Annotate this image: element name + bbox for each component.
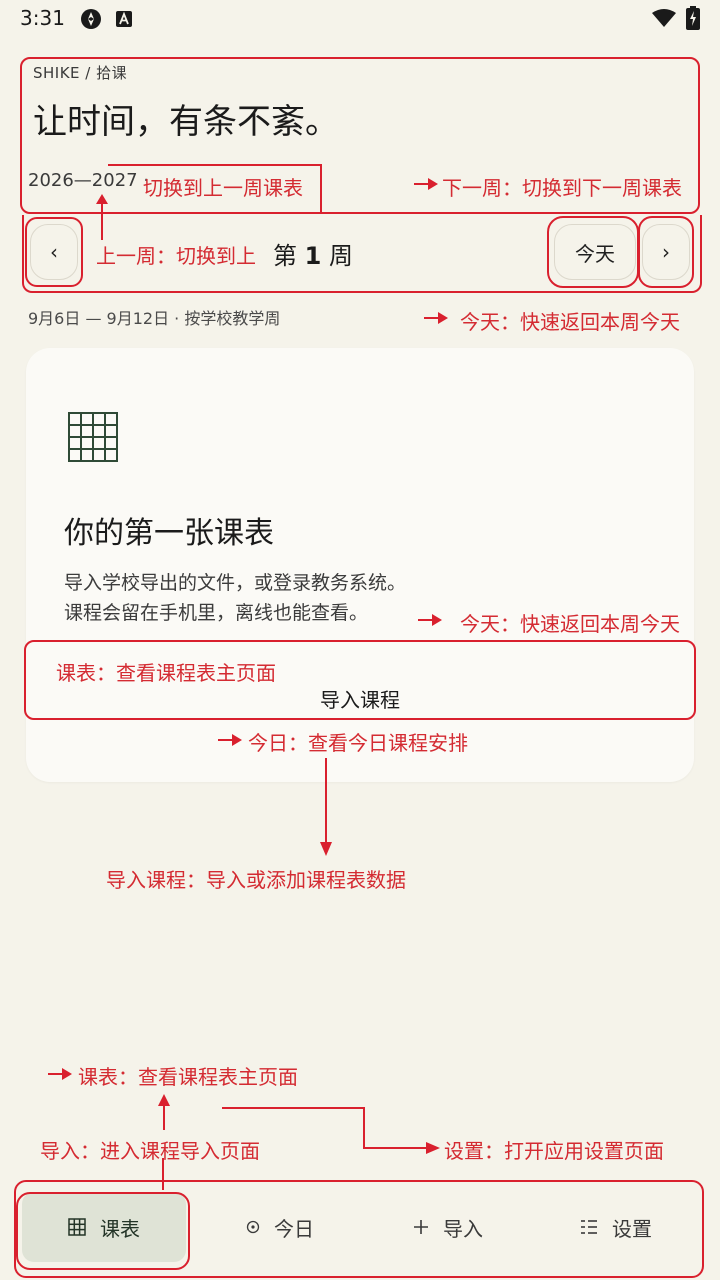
nav-tab-import[interactable]: 导入: [368, 1192, 528, 1262]
annotation-schedule-nav: 课表：查看课程表主页面: [78, 1065, 298, 1089]
today-annotation-box: [547, 216, 639, 288]
nav-tab-settings[interactable]: 设置: [536, 1192, 696, 1262]
current-week-label: 第 1 周: [273, 242, 353, 270]
nav-tab-today[interactable]: 今日: [200, 1192, 360, 1262]
annotation-arrow-up: [158, 1094, 170, 1130]
annotation-today-1: 今天：快速返回本周今天: [460, 310, 680, 334]
next-week-annotation-box: [638, 216, 694, 288]
week-date-range: 9月6日 — 9月12日 · 按学校教学周: [28, 309, 281, 328]
annotation-prev-week-switch: 切换到上一周课表: [143, 176, 303, 200]
annotation-arrow-right: [424, 312, 448, 324]
list-icon: [581, 1220, 597, 1234]
dot-circle-icon: [246, 1220, 260, 1234]
annotation-prev-week: 上一周：切换到上: [96, 244, 256, 268]
nav-tab-label: 导入: [443, 1216, 483, 1241]
nav-tab-label: 今日: [274, 1216, 314, 1241]
battery-icon: [686, 6, 700, 30]
annotation-arrow-down: [320, 758, 332, 856]
annotation-arrow-right: [418, 614, 442, 626]
status-time: 3:31: [20, 6, 65, 30]
wifi-icon: [652, 9, 676, 27]
annotation-arrow-right: [218, 734, 242, 746]
week-number: 1: [304, 242, 322, 270]
nav-tab-label: 设置: [612, 1216, 652, 1241]
card-title: 你的第一张课表: [64, 516, 274, 551]
annotation-today-2: 今天：快速返回本周今天: [460, 612, 680, 636]
bottom-navigation: 课表 今日 导入 设置: [0, 1180, 720, 1280]
annotation-arrow-right: [414, 178, 438, 190]
prev-week-annotation-box: [25, 217, 83, 287]
annotation-schedule-main: 课表：查看课程表主页面: [56, 661, 276, 685]
annotation-next-week: 下一周：切换到下一周课表: [442, 176, 682, 200]
schedule-tab-annotation-box: [16, 1192, 190, 1270]
import-courses-button[interactable]: 导入课程: [260, 684, 460, 713]
annotation-today-day: 今日：查看今日课程安排: [248, 731, 468, 755]
annotation-settings-nav: 设置：打开应用设置页面: [444, 1139, 664, 1163]
card-description: 导入学校导出的文件，或登录教务系统。 课程会留在手机里，离线也能查看。: [64, 572, 407, 624]
grid-icon: [68, 412, 118, 462]
plus-icon: [414, 1220, 428, 1234]
annotation-arrow-right: [48, 1068, 72, 1080]
a-letter-icon: [116, 11, 132, 27]
app-notification-icon: [81, 9, 101, 29]
annotation-elbow-arrow: [222, 1107, 440, 1154]
annotation-import-courses: 导入课程：导入或添加课程表数据: [106, 868, 406, 892]
